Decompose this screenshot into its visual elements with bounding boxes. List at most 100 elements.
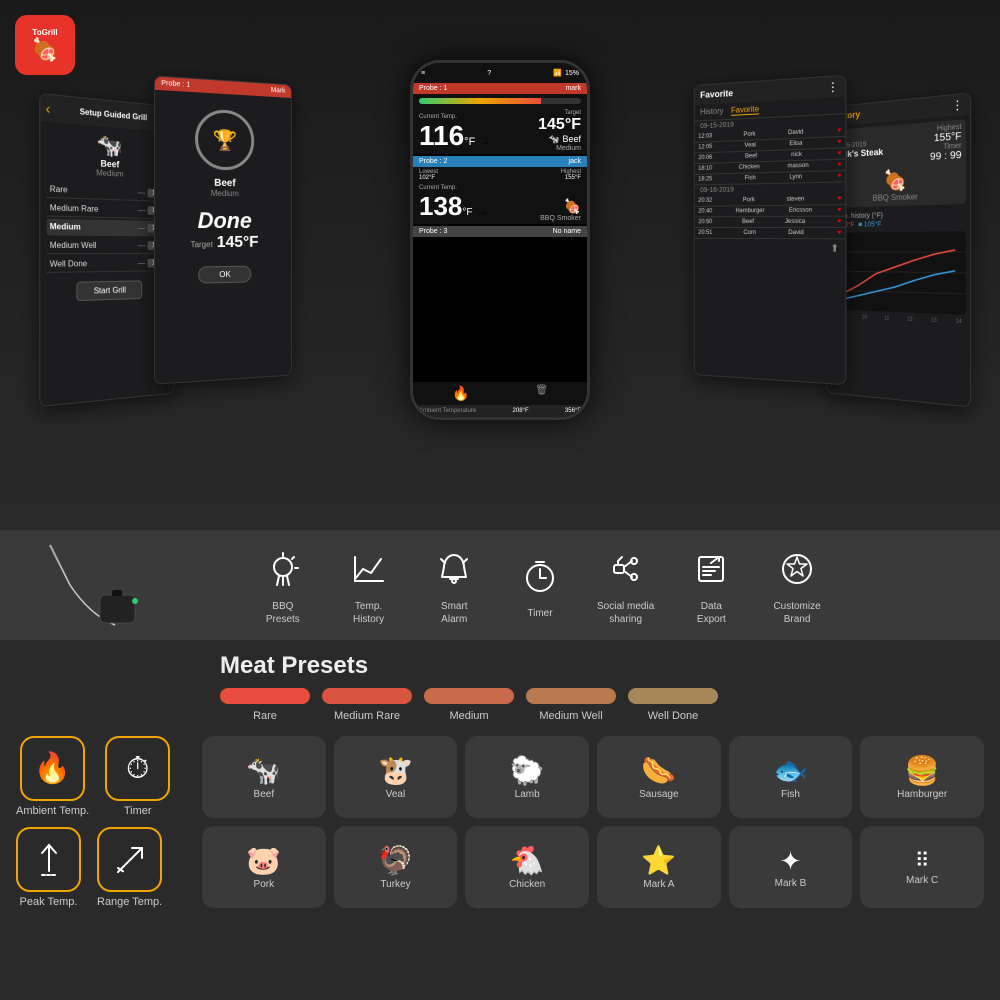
veal-icon: 🐮: [378, 757, 413, 785]
chicken-icon: 🐔: [510, 847, 545, 875]
phone-target-temp: 145°F: [538, 116, 581, 134]
customize-brand-icon: [772, 544, 822, 594]
mark-a-icon: ⭐: [641, 847, 676, 875]
preset-rare: Rare: [220, 688, 310, 722]
meat-mark-b: ✦ Mark B: [729, 826, 853, 908]
beef-icon: 🐄: [246, 757, 281, 785]
ok-button[interactable]: OK: [198, 266, 251, 284]
fish-label: Fish: [781, 789, 800, 800]
meat-presets-section: Meat Presets Rare Medium Rare Medium Med…: [0, 640, 1000, 728]
fish-icon: 🐟: [773, 757, 808, 785]
peak-temp-label: Peak Temp.: [20, 896, 78, 908]
mark-a-label: Mark A: [643, 879, 674, 890]
meat-mark-c: ⠿ Mark C: [860, 826, 984, 908]
chicken-label: Chicken: [509, 879, 545, 890]
ambient-temp-icon: 🔥: [20, 736, 85, 801]
meat-hamburger: 🍔 Hamburger: [860, 736, 984, 818]
range-temp-label: Range Temp.: [97, 896, 162, 908]
preset-medium: Medium: [424, 688, 514, 722]
meat-pork: 🐷 Pork: [202, 826, 326, 908]
start-grill-button[interactable]: Start Grill: [77, 280, 142, 301]
timer-box-icon: ⏱: [105, 736, 170, 801]
temp-history-icon: [344, 544, 394, 594]
right1-history-tab[interactable]: History: [700, 106, 723, 117]
bbq-presets-label: BBQPresets: [266, 600, 300, 626]
pork-icon: 🐷: [246, 847, 281, 875]
left-icons: 🔥 Ambient Temp. ⏱ Timer: [16, 736, 186, 908]
phone-probe1-label: Probe : 1: [419, 85, 447, 92]
turkey-label: Turkey: [380, 879, 410, 890]
feature-timer: Timer: [500, 551, 580, 620]
right1-favorite-tab[interactable]: Favorite: [731, 104, 759, 115]
center-phone: ≡ ? 📶 15% Probe : 1 mark: [410, 60, 590, 420]
preset-medium-rare: Medium Rare: [322, 688, 412, 722]
phone-temp1: 116: [419, 120, 464, 152]
feature-social-sharing: Social mediasharing: [586, 544, 666, 626]
hamburger-icon: 🍔: [905, 757, 940, 785]
bottom-section: BBQPresets Temp.History: [0, 530, 1000, 1000]
peak-temp-icon-box: Peak Temp.: [16, 827, 81, 908]
lamb-label: Lamb: [515, 789, 540, 800]
left2-sub: Medium: [211, 189, 239, 198]
mark-b-label: Mark B: [775, 878, 807, 889]
peak-temp-icon: [16, 827, 81, 892]
feature-bbq-presets: BBQPresets: [243, 544, 323, 626]
device-area: [20, 530, 210, 640]
bbq-presets-icon: [258, 544, 308, 594]
right-screen-1: Favorite ⋮ History Favorite 09-15-2019 1…: [694, 75, 847, 385]
preset-well-done: Well Done: [628, 688, 718, 722]
mark-c-icon: ⠿: [915, 851, 930, 871]
smart-alarm-icon: [429, 544, 479, 594]
logo-icon: 🍖: [31, 37, 58, 63]
screenshots-container: ‹ Setup Guided Grill 🐄 Beef Medium Rare …: [0, 0, 1000, 530]
preset-medium-rare-label: Medium Rare: [334, 710, 400, 722]
veal-label: Veal: [386, 789, 405, 800]
meat-beef: 🐄 Beef: [202, 736, 326, 818]
social-sharing-icon: [601, 544, 651, 594]
left1-title: Setup Guided Grill: [55, 104, 170, 123]
ambient-temp-icon-box: 🔥 Ambient Temp.: [16, 736, 89, 817]
meat-fish: 🐟 Fish: [729, 736, 853, 818]
mark-c-label: Mark C: [906, 875, 938, 886]
meat-turkey: 🦃 Turkey: [334, 826, 458, 908]
meat-chicken: 🐔 Chicken: [465, 826, 589, 908]
feature-customize-brand: CustomizeBrand: [757, 544, 837, 626]
phone-probe1-name: mark: [565, 85, 581, 92]
data-export-icon: [686, 544, 736, 594]
phone-meat: Beef: [562, 134, 581, 144]
meat-mark-a: ⭐ Mark A: [597, 826, 721, 908]
left2-target-temp: 145°F: [217, 234, 259, 252]
phone-bbq-label: BBQ Smoker: [540, 215, 581, 222]
customize-brand-label: CustomizeBrand: [773, 600, 820, 626]
feature-smart-alarm: SmartAlarm: [414, 544, 494, 626]
done-text: Done: [190, 208, 258, 234]
top-section: ‹ Setup Guided Grill 🐄 Beef Medium Rare …: [0, 0, 1000, 530]
meat-lamb: 🐑 Lamb: [465, 736, 589, 818]
bottom-content: 🔥 Ambient Temp. ⏱ Timer: [0, 728, 1000, 916]
meat-presets-title: Meat Presets: [220, 652, 980, 680]
ambient-temp-label: Ambient Temp.: [16, 805, 89, 817]
meat-veal: 🐮 Veal: [334, 736, 458, 818]
pork-label: Pork: [254, 879, 275, 890]
sausage-label: Sausage: [639, 789, 678, 800]
feature-temp-history: Temp.History: [329, 544, 409, 626]
left1-items: Rare — 125 Medium Rare — 135: [47, 181, 169, 273]
preset-well-done-label: Well Done: [648, 710, 699, 722]
feature-data-export: DataExport: [671, 544, 751, 626]
phone-temp2: 138: [419, 191, 462, 222]
range-temp-icon-box: Range Temp.: [97, 827, 162, 908]
timer-icon-label: Timer: [124, 805, 152, 817]
logo: ToGrill 🍖: [15, 15, 75, 75]
right-screen-2: History ⋮ 09-15-2019 Jack's Steak Highes…: [826, 92, 971, 407]
right1-title: Favorite: [700, 88, 733, 100]
timer-icon-box: ⏱ Timer: [105, 736, 170, 817]
timer-icon: [515, 551, 565, 601]
beef-label: Beef: [254, 789, 275, 800]
turkey-icon: 🦃: [378, 847, 413, 875]
social-sharing-label: Social mediasharing: [597, 600, 654, 626]
phone-probe2-name: jack: [569, 158, 581, 165]
left2-meat: Beef: [211, 178, 239, 190]
preset-medium-well-label: Medium Well: [539, 710, 602, 722]
hamburger-label: Hamburger: [897, 789, 947, 800]
timer-label: Timer: [527, 607, 552, 620]
